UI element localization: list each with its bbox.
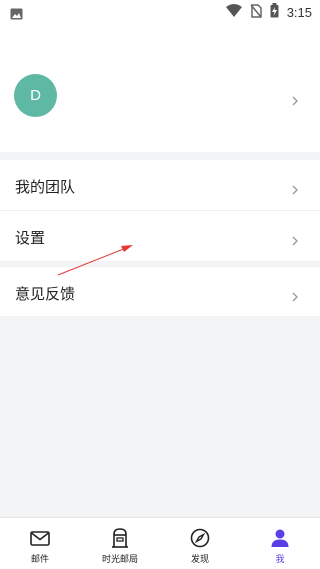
menu-item-feedback[interactable]: 意见反馈: [0, 267, 320, 316]
bottom-tab-bar: 邮件 时光邮局 发现 我: [0, 517, 320, 569]
tab-time-post-office[interactable]: 时光邮局: [80, 518, 160, 569]
menu-item-my-team[interactable]: 我的团队: [0, 160, 320, 210]
status-bar: 3:15: [0, 0, 320, 24]
tab-label: 发现: [190, 555, 209, 565]
mail-icon: [30, 527, 50, 549]
image-notification-icon: [10, 5, 23, 24]
menu-item-label: 意见反馈: [15, 285, 76, 303]
tab-label: 我: [275, 555, 285, 565]
no-sim-icon: [250, 3, 262, 22]
chevron-right-icon: [290, 231, 300, 246]
tab-me[interactable]: 我: [240, 518, 320, 569]
avatar-letter: D: [30, 87, 41, 104]
chevron-right-icon: [290, 180, 300, 195]
mailbox-icon: [111, 527, 129, 549]
wifi-icon: [225, 3, 242, 22]
menu-item-label: 我的团队: [15, 178, 76, 196]
chevron-right-icon: [290, 287, 300, 302]
tab-label: 时光邮局: [101, 555, 138, 565]
compass-icon: [190, 527, 210, 549]
menu-item-settings[interactable]: 设置: [0, 211, 320, 261]
chevron-right-icon: [290, 91, 300, 106]
person-icon: [270, 527, 290, 549]
tab-label: 邮件: [30, 555, 49, 565]
avatar[interactable]: D: [14, 74, 57, 117]
profile-card[interactable]: D: [0, 24, 320, 152]
status-time: 3:15: [286, 4, 312, 20]
battery-charging-icon: [270, 2, 279, 22]
tab-mail[interactable]: 邮件: [0, 518, 80, 569]
menu-item-label: 设置: [15, 229, 46, 247]
tab-discover[interactable]: 发现: [160, 518, 240, 569]
